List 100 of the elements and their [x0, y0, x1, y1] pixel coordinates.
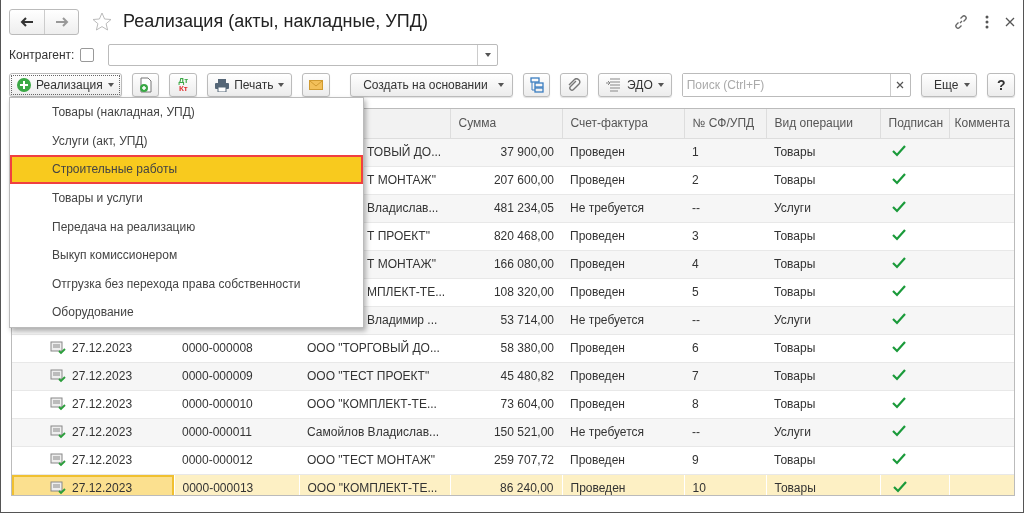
- column-header[interactable]: № СФ/УПД: [684, 109, 766, 138]
- filter-checkbox[interactable]: [80, 47, 95, 62]
- table-cell: Проведен: [562, 446, 684, 474]
- table-cell: Услуги: [766, 194, 880, 222]
- table-cell: Товары: [766, 222, 880, 250]
- table-cell: 2: [684, 166, 766, 194]
- table-cell: Проведен: [562, 222, 684, 250]
- table-cell: 73 604,00: [450, 390, 562, 418]
- table-cell: Проведен: [562, 362, 684, 390]
- table-cell: 3: [684, 222, 766, 250]
- caret-icon: [657, 83, 664, 87]
- column-header[interactable]: Сумма: [450, 109, 562, 138]
- search-box[interactable]: Поиск (Ctrl+F): [681, 73, 911, 97]
- table-cell: ООО "КОМПЛЕКТ-ТЕ...: [299, 390, 450, 418]
- table-cell: Проведен: [562, 334, 684, 362]
- help-button[interactable]: ?: [987, 73, 1016, 97]
- counterparty-field[interactable]: [108, 43, 499, 66]
- posted-document-icon: [50, 453, 66, 467]
- column-header[interactable]: Коммента: [949, 109, 1014, 138]
- table-cell: --: [684, 418, 766, 446]
- table-cell: 820 468,00: [450, 222, 562, 250]
- window-title: Реализация (акты, накладные, УПД): [123, 10, 428, 33]
- document-plus-icon: [137, 77, 154, 93]
- table-cell: Проведен: [562, 250, 684, 278]
- table-cell: Товары: [766, 138, 880, 166]
- more-options-icon[interactable]: [985, 14, 989, 29]
- copy-button[interactable]: [131, 73, 160, 97]
- caret-icon: [484, 52, 491, 57]
- create-button[interactable]: Реализация: [9, 73, 122, 97]
- plus-icon: [17, 78, 31, 92]
- paperclip-icon: [567, 78, 582, 92]
- email-button[interactable]: [302, 73, 331, 97]
- table-cell: 0000-000011: [174, 418, 299, 446]
- table-cell: 37 900,00: [450, 138, 562, 166]
- envelope-icon: [309, 80, 324, 90]
- hierarchy-icon: [529, 77, 544, 93]
- table-cell: Услуги: [766, 306, 880, 334]
- caret-icon: [497, 83, 504, 87]
- table-cell: 0000-000008: [174, 334, 299, 362]
- caret-icon: [964, 83, 971, 87]
- table-cell: 0000-000012: [174, 446, 299, 474]
- table-cell: Товары: [766, 334, 880, 362]
- date-text: 27.12.2023: [72, 396, 133, 413]
- edo-button[interactable]: ЭДО: [598, 73, 672, 97]
- table-cell: Самойлов Владислав...: [299, 418, 450, 446]
- date-text: 27.12.2023: [72, 480, 133, 495]
- table-cell: 0000-000009: [174, 362, 299, 390]
- table-cell: 150 521,00: [450, 418, 562, 446]
- filter-label: Контрагент:: [9, 46, 75, 64]
- table-cell: Товары: [766, 390, 880, 418]
- table-cell: 0000-000010: [174, 390, 299, 418]
- attach-button[interactable]: [560, 73, 589, 97]
- table-cell: Не требуется: [562, 418, 684, 446]
- table-cell: Проведен: [562, 166, 684, 194]
- create-based-on-button[interactable]: Создать на основании: [350, 73, 513, 97]
- table-cell: --: [684, 194, 766, 222]
- table-cell: 4: [684, 250, 766, 278]
- table-cell: Товары: [766, 362, 880, 390]
- table-cell: 58 380,00: [450, 334, 562, 362]
- column-header[interactable]: Счет-фактура: [562, 109, 684, 138]
- table-cell: Товары: [766, 446, 880, 474]
- table-cell: 53 714,00: [450, 306, 562, 334]
- column-header[interactable]: Вид операции: [766, 109, 880, 138]
- posted-document-icon: [50, 481, 66, 495]
- more-button[interactable]: Еще: [920, 73, 978, 97]
- table-cell: --: [684, 306, 766, 334]
- menu-item[interactable]: Строительные работы: [10, 155, 363, 184]
- star-icon[interactable]: [91, 10, 113, 33]
- back-arrow-icon: [20, 16, 34, 27]
- date-text: 27.12.2023: [72, 424, 133, 441]
- table-cell: ООО "ТОРГОВЫЙ ДО...: [299, 334, 450, 362]
- table-cell: 45 480,82: [450, 362, 562, 390]
- structure-button[interactable]: [522, 73, 551, 97]
- document-exchange-icon: [606, 78, 623, 92]
- table-cell: Товары: [766, 250, 880, 278]
- table-cell: 166 080,00: [450, 250, 562, 278]
- date-text: 27.12.2023: [72, 368, 133, 385]
- table-cell: 9: [684, 446, 766, 474]
- column-header[interactable]: Подписан: [880, 109, 949, 138]
- table-cell: 1: [684, 138, 766, 166]
- table-cell: 108 320,00: [450, 278, 562, 306]
- table-cell: Проведен: [562, 138, 684, 166]
- menu-item[interactable]: Товары (накладная, УПД): [10, 98, 363, 127]
- posted-document-icon: [50, 397, 66, 411]
- printer-icon: [215, 78, 230, 92]
- table-cell: Услуги: [766, 418, 880, 446]
- forward-arrow-icon: [54, 16, 69, 27]
- table-cell: ООО "ТЕСТ МОНТАЖ": [299, 446, 450, 474]
- table-cell: 8: [684, 390, 766, 418]
- close-icon[interactable]: [1005, 16, 1015, 27]
- ledger-button[interactable]: Дт Кт: [169, 73, 198, 97]
- link-icon[interactable]: [953, 13, 969, 30]
- posted-document-icon: [50, 425, 66, 439]
- table-cell: 481 234,05: [450, 194, 562, 222]
- table-cell: Проведен: [562, 278, 684, 306]
- table-cell: 259 707,72: [450, 446, 562, 474]
- print-button[interactable]: Печать: [207, 73, 293, 97]
- table-cell: 207 600,00: [450, 166, 562, 194]
- table-cell: Проведен: [562, 390, 684, 418]
- clear-icon[interactable]: [896, 81, 905, 89]
